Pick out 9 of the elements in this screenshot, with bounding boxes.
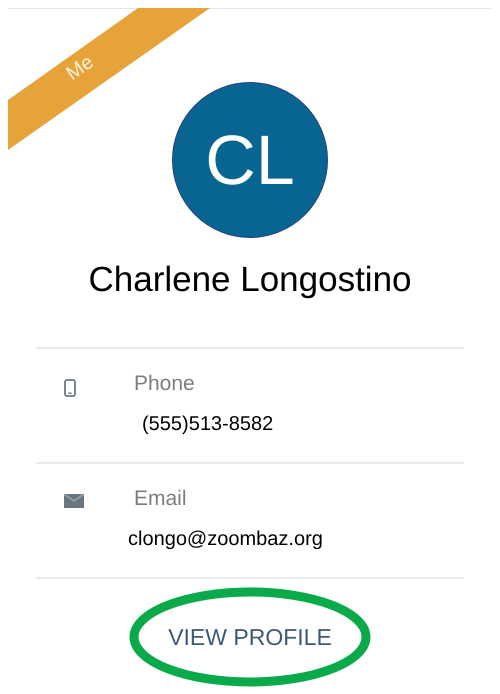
field-label: Email [134, 488, 188, 509]
envelope-icon [64, 494, 84, 508]
field-value: (555)513-8582 [142, 414, 274, 434]
field-value: clongo@zoombaz.org [128, 529, 323, 549]
me-ribbon: Me [8, 8, 210, 150]
phone-icon [64, 379, 76, 397]
contact-name: Charlene Longostino [88, 262, 412, 297]
view-profile-button[interactable]: VIEW PROFILE [168, 626, 332, 648]
field-label: Phone [134, 373, 196, 394]
